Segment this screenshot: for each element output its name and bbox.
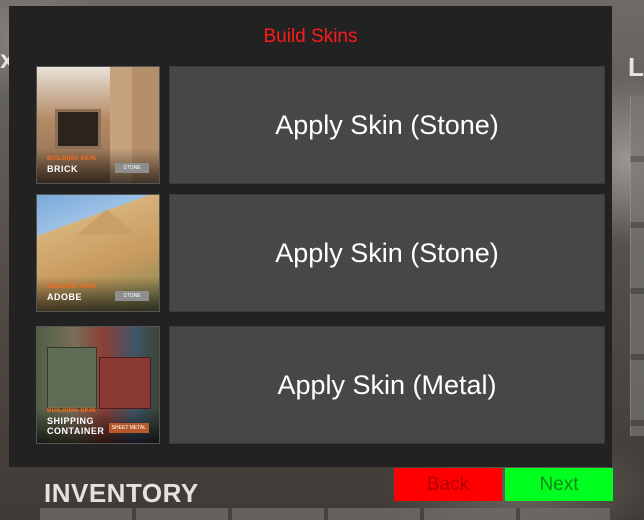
stone-badge: STONE: [115, 291, 149, 301]
apply-skin-metal-button[interactable]: Apply Skin (Metal): [169, 326, 605, 444]
background-slots: [630, 96, 644, 436]
shipping-container-skin-thumbnail: BUILDING SKIN SHIPPING CONTAINER SHEET M…: [36, 326, 160, 444]
next-button[interactable]: Next: [505, 468, 613, 501]
skin-row-brick: BUILDING SKIN BRICK STONE Apply Skin (St…: [36, 66, 605, 184]
skin-row-adobe: BUILDING SKIN ADOBE STONE Apply Skin (St…: [36, 194, 605, 312]
apply-skin-stone-button[interactable]: Apply Skin (Stone): [169, 66, 605, 184]
skin-row-shipping-container: BUILDING SKIN SHIPPING CONTAINER SHEET M…: [36, 326, 605, 444]
dialog-title: Build Skins: [263, 26, 358, 47]
skin-tag: BUILDING SKIN: [47, 156, 96, 162]
roof-shape: [77, 209, 137, 235]
adobe-skin-thumbnail: BUILDING SKIN ADOBE STONE: [36, 194, 160, 312]
build-skins-dialog: Build Skins BUILDING SKIN BRICK STONE Ap…: [9, 6, 612, 467]
sheet-metal-badge: SHEET METAL: [108, 423, 149, 433]
skin-name: BRICK: [47, 164, 78, 174]
skin-name: CONTAINER: [47, 426, 105, 436]
stone-badge: STONE: [115, 163, 149, 173]
apply-skin-stone-button[interactable]: Apply Skin (Stone): [169, 194, 605, 312]
badge-label: STONE: [123, 293, 141, 299]
background-text-fragment: L: [628, 52, 644, 82]
inventory-title: INVENTORY: [44, 478, 199, 508]
badge-label: SHEET METAL: [111, 425, 146, 431]
skin-tag: BUILDING SKIN: [47, 408, 96, 414]
inventory-slots: [40, 508, 610, 520]
back-button[interactable]: Back: [394, 468, 502, 501]
skin-name: ADOBE: [47, 292, 83, 302]
window-shape: [55, 109, 101, 149]
brick-skin-thumbnail: BUILDING SKIN BRICK STONE: [36, 66, 160, 184]
container-shape: [47, 347, 97, 409]
container-shape: [99, 357, 151, 409]
skin-name: SHIPPING: [47, 416, 95, 426]
skin-tag: BUILDING SKIN: [47, 284, 96, 290]
badge-label: STONE: [123, 165, 141, 171]
